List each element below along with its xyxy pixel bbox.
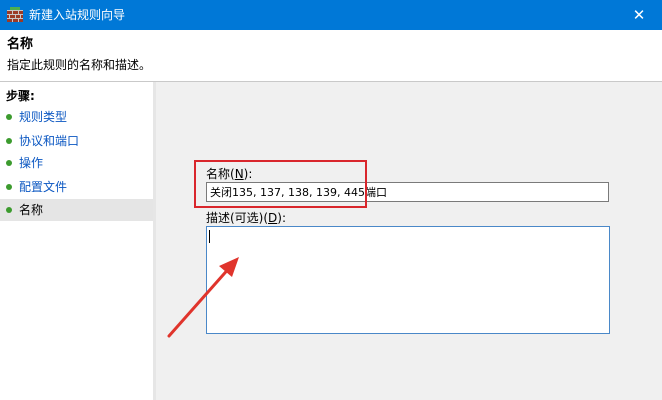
step-profile[interactable]: 配置文件 bbox=[0, 176, 153, 198]
desc-label-text: 描述(可选)( bbox=[206, 211, 269, 225]
name-label-text: 名称( bbox=[206, 167, 235, 181]
step-label[interactable]: 协议和端口 bbox=[19, 130, 79, 152]
desc-label-suffix: ): bbox=[277, 211, 287, 225]
name-field-label: 名称(N): bbox=[206, 165, 252, 182]
close-icon: ✕ bbox=[632, 6, 646, 24]
page-title: 名称 bbox=[7, 37, 34, 52]
steps-heading: 步骤: bbox=[6, 89, 35, 103]
step-bullet-icon bbox=[6, 114, 12, 120]
step-protocol-and-ports[interactable]: 协议和端口 bbox=[0, 130, 153, 152]
title-bar: 新建入站规则向导 ✕ bbox=[0, 0, 662, 30]
name-label-mnemonic: N bbox=[234, 167, 244, 181]
wizard-header: 名称 指定此规则的名称和描述。 bbox=[0, 30, 662, 82]
step-bullet-icon bbox=[6, 207, 12, 213]
step-label[interactable]: 规则类型 bbox=[19, 106, 67, 128]
step-label[interactable]: 操作 bbox=[19, 152, 43, 174]
step-bullet-icon bbox=[6, 160, 12, 166]
text-caret bbox=[209, 230, 210, 243]
desc-label-mnemonic: D bbox=[268, 211, 278, 225]
step-bullet-icon bbox=[6, 184, 12, 190]
step-rule-type[interactable]: 规则类型 bbox=[0, 106, 153, 128]
name-label-suffix: ): bbox=[243, 167, 253, 181]
step-label: 名称 bbox=[19, 203, 44, 217]
step-name: 名称 bbox=[0, 199, 153, 221]
rule-description-textarea[interactable] bbox=[206, 226, 610, 334]
firewall-wall-icon bbox=[7, 7, 23, 22]
description-field-label: 描述(可选)(D): bbox=[206, 209, 286, 226]
window-title: 新建入站规则向导 bbox=[29, 8, 126, 22]
close-button[interactable]: ✕ bbox=[616, 0, 662, 30]
step-label[interactable]: 配置文件 bbox=[19, 176, 67, 198]
rule-name-input[interactable] bbox=[206, 182, 609, 202]
step-bullet-icon bbox=[6, 138, 12, 144]
page-description: 指定此规则的名称和描述。 bbox=[7, 58, 152, 72]
sidebar-divider bbox=[153, 82, 156, 400]
step-action[interactable]: 操作 bbox=[0, 152, 153, 174]
